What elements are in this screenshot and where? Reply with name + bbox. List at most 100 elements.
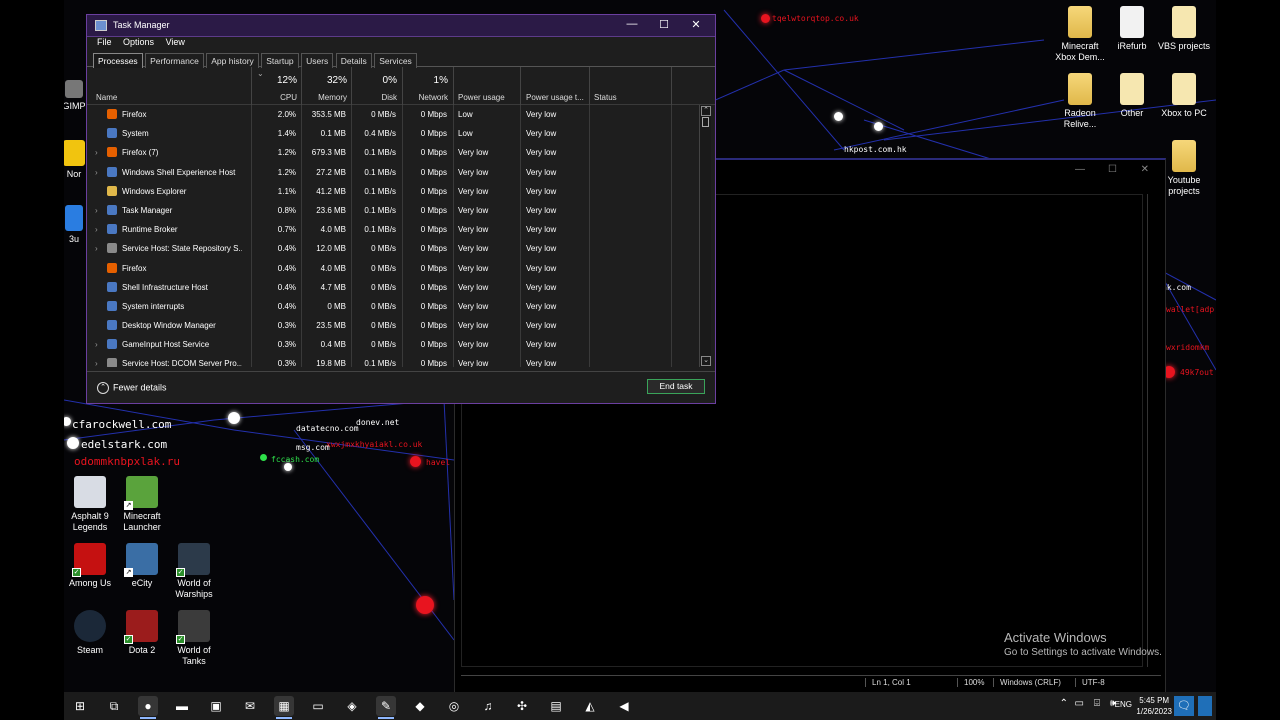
maximize-icon[interactable]: ☐: [1108, 164, 1117, 175]
process-row[interactable]: › Runtime Broker 0.7% 4.0 MB 0.1 MB/s 0 Mbps V…: [91, 220, 699, 239]
column-power-usage[interactable]: Power usage: [458, 93, 505, 102]
close-icon[interactable]: ✕: [681, 18, 711, 31]
close-icon[interactable]: ✕: [1141, 164, 1149, 175]
steam-taskbar-icon[interactable]: ◎: [444, 696, 464, 716]
column-divider[interactable]: [351, 67, 352, 105]
process-name: Windows Shell Experience Host: [122, 167, 236, 177]
start-button-icon[interactable]: ⊞: [70, 696, 90, 716]
filezilla-taskbar-icon[interactable]: ✣: [512, 696, 532, 716]
tab-services[interactable]: Services: [374, 53, 417, 68]
process-row[interactable]: Windows Explorer 1.1% 41.2 MB 0.1 MB/s 0 Mbp…: [91, 182, 699, 201]
process-row[interactable]: › Firefox (7) 1.2% 679.3 MB 0.1 MB/s 0 Mbps Ve…: [91, 143, 699, 162]
tab-processes[interactable]: Processes: [93, 53, 143, 68]
remote-desktop-taskbar-icon[interactable]: ▭: [308, 696, 328, 716]
column-divider[interactable]: [301, 67, 302, 105]
maximize-icon[interactable]: ☐: [649, 18, 679, 31]
minimize-icon[interactable]: —: [617, 18, 647, 30]
expand-chevron-icon[interactable]: ›: [95, 206, 98, 215]
process-row[interactable]: › GameInput Host Service 0.3% 0.4 MB 0 MB/s 0…: [91, 335, 699, 354]
menu-view[interactable]: View: [166, 37, 185, 47]
process-row[interactable]: Shell Infrastructure Host 0.4% 4.7 MB 0 MB/…: [91, 278, 699, 297]
menu-options[interactable]: Options: [123, 37, 154, 47]
show-desktop-button[interactable]: [1198, 696, 1212, 716]
column-divider[interactable]: [453, 67, 454, 105]
fewer-details-button[interactable]: ⌃ Fewer details: [97, 382, 167, 394]
system-clock[interactable]: 5:45 PM 1/26/2023: [1136, 695, 1172, 717]
itunes-taskbar-icon[interactable]: ♫: [478, 696, 498, 716]
process-row[interactable]: Desktop Window Manager 0.3% 23.5 MB 0 MB/s 0…: [91, 316, 699, 335]
mail-taskbar-icon[interactable]: ✉: [240, 696, 260, 716]
wallpaper-node: [284, 463, 292, 471]
process-row[interactable]: Firefox 2.0% 353.5 MB 0 MB/s 0 Mbps Low Very l…: [91, 105, 699, 124]
irefurb-icon: [1120, 6, 1144, 38]
upscayl-taskbar-icon[interactable]: ◈: [342, 696, 362, 716]
tray-network-icon[interactable]: ⌹: [1094, 698, 1100, 709]
acrobat-taskbar-icon[interactable]: ◭: [580, 696, 600, 716]
scroll-down-icon[interactable]: ⌄: [701, 356, 711, 366]
column-divider[interactable]: [671, 67, 672, 105]
task-manager-window[interactable]: Task Manager — ☐ ✕ File Options View Pro…: [86, 14, 716, 404]
tab-startup[interactable]: Startup: [261, 53, 299, 68]
column-divider[interactable]: [589, 67, 590, 105]
desktop-icon-minecraft-launcher[interactable]: ↗ Minecraft Launcher: [110, 476, 174, 533]
notepad-plus-label: Nor: [66, 169, 82, 179]
notification-center-icon[interactable]: 🗨: [1174, 696, 1194, 716]
column-memory[interactable]: Memory: [318, 93, 347, 102]
end-task-button[interactable]: End task: [647, 379, 705, 394]
expand-chevron-icon[interactable]: ›: [95, 168, 98, 177]
notepad-taskbar-icon[interactable]: ✎: [376, 696, 396, 719]
process-row[interactable]: › Windows Shell Experience Host 1.2% 27.2 M…: [91, 163, 699, 182]
tray-chevron-icon[interactable]: ⌃: [1060, 698, 1068, 709]
language-indicator[interactable]: ENG: [1115, 700, 1132, 709]
column-divider[interactable]: [402, 67, 403, 105]
task-manager-titlebar[interactable]: Task Manager — ☐ ✕: [87, 15, 715, 37]
expand-chevron-icon[interactable]: ›: [95, 148, 98, 157]
process-row[interactable]: System 1.4% 0.1 MB 0.4 MB/s 0 Mbps Low Very lo…: [91, 124, 699, 143]
tab-details[interactable]: Details: [335, 53, 372, 68]
tab-app-history[interactable]: App history: [206, 53, 259, 68]
process-row[interactable]: System interrupts 0.4% 0 MB 0 MB/s 0 Mbps Ver…: [91, 297, 699, 316]
desktop-icon-xbox-to-pc[interactable]: Xbox to PC: [1152, 73, 1216, 119]
tray-device-icon[interactable]: ▭: [1075, 698, 1084, 709]
expand-chevron-icon[interactable]: ›: [95, 359, 98, 367]
column-disk[interactable]: Disk: [381, 93, 397, 102]
desktop-icon-world-of-tanks[interactable]: ✓ World of Tanks: [162, 610, 226, 667]
store-taskbar-icon[interactable]: ▣: [206, 696, 226, 716]
expand-chevron-icon[interactable]: ›: [95, 225, 98, 234]
column-divider[interactable]: [520, 67, 521, 105]
photos-taskbar-icon[interactable]: ▦: [274, 696, 294, 719]
sort-chevron-icon[interactable]: ⌄: [257, 69, 264, 78]
process-list-scrollbar[interactable]: ⌃ ⌄: [699, 105, 711, 367]
scroll-thumb[interactable]: [702, 117, 709, 127]
menu-file[interactable]: File: [97, 37, 112, 47]
column-name[interactable]: Name: [96, 93, 117, 102]
activate-windows-watermark: Activate Windows Go to Settings to activ…: [1004, 630, 1162, 658]
scroll-up-icon[interactable]: ⌃: [701, 106, 711, 116]
tab-users[interactable]: Users: [301, 53, 334, 68]
process-row[interactable]: › Service Host: State Repository S... 0.4%…: [91, 239, 699, 258]
minimize-icon[interactable]: —: [1075, 164, 1085, 175]
column-network[interactable]: Network: [419, 93, 448, 102]
terminal-taskbar-icon[interactable]: ▤: [546, 696, 566, 716]
desktop-icon-world-of-warships[interactable]: ✓ World of Warships: [162, 543, 226, 600]
firefox-process-icon: [107, 109, 117, 119]
expand-chevron-icon[interactable]: ›: [95, 244, 98, 253]
column-power-trend[interactable]: Power usage t...: [526, 93, 584, 102]
expand-chevron-icon[interactable]: ›: [95, 340, 98, 349]
task-view-icon[interactable]: ⧉: [104, 696, 124, 716]
column-cpu[interactable]: CPU: [280, 93, 297, 102]
notepad-scrollbar[interactable]: [1147, 194, 1161, 667]
vscode-taskbar-icon[interactable]: ◀: [614, 696, 634, 716]
minecraft-taskbar-icon[interactable]: ◆: [410, 696, 430, 716]
column-divider[interactable]: [251, 67, 252, 105]
file-explorer-taskbar-icon[interactable]: ▬: [172, 696, 192, 716]
process-row[interactable]: Firefox 0.4% 4.0 MB 0 MB/s 0 Mbps Very low Ver…: [91, 259, 699, 278]
desktop-icon-vbs-projects[interactable]: VBS projects: [1152, 6, 1216, 52]
firefox-taskbar-icon[interactable]: ●: [138, 696, 158, 719]
wallpaper-node: [228, 412, 240, 424]
desktop-icon-label: Other: [1120, 108, 1144, 118]
process-row[interactable]: › Service Host: DCOM Server Pro... 0.3% 19.…: [91, 354, 699, 367]
tab-performance[interactable]: Performance: [145, 53, 204, 68]
process-row[interactable]: › Task Manager 0.8% 23.6 MB 0.1 MB/s 0 Mbps Ve…: [91, 201, 699, 220]
column-status[interactable]: Status: [594, 93, 617, 102]
